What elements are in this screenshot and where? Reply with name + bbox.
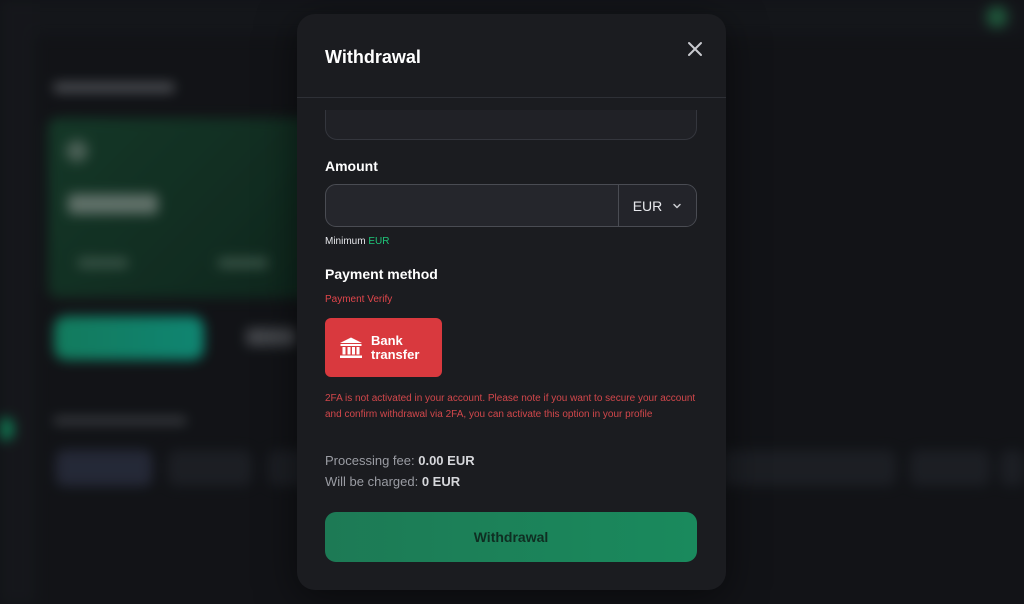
withdrawal-modal: Withdrawal Amount EUR Minimum EUR Paymen… <box>297 14 726 590</box>
minimum-label: Minimum <box>325 236 366 247</box>
processing-fee-label: Processing fee: <box>325 453 415 468</box>
bank-icon <box>340 337 362 358</box>
previous-field[interactable] <box>325 110 697 140</box>
currency-value: EUR <box>632 197 663 214</box>
minimum-amount: Minimum EUR <box>325 236 389 247</box>
twofa-warning: 2FA is not activated in your account. Pl… <box>325 393 696 420</box>
close-icon <box>688 42 702 56</box>
modal-header: Withdrawal <box>297 14 726 98</box>
bank-transfer-option[interactable]: Bank transfer <box>325 318 442 377</box>
will-be-charged: Will be charged: 0 EUR <box>325 474 460 489</box>
modal-title: Withdrawal <box>325 47 421 67</box>
currency-select[interactable]: EUR <box>618 185 696 226</box>
withdrawal-submit-button[interactable]: Withdrawal <box>325 512 697 562</box>
minimum-currency: EUR <box>368 236 390 247</box>
amount-label: Amount <box>325 158 378 174</box>
amount-input[interactable] <box>326 185 618 226</box>
bank-transfer-label: Bank transfer <box>371 332 420 362</box>
processing-fee-value: 0.00 EUR <box>418 453 475 468</box>
close-button[interactable] <box>686 40 704 58</box>
will-be-charged-value: 0 EUR <box>421 474 461 489</box>
chevron-down-icon <box>673 203 682 208</box>
amount-field-group: EUR <box>325 184 697 227</box>
processing-fee: Processing fee: 0.00 EUR <box>325 453 475 468</box>
will-be-charged-label: Will be charged: <box>325 474 419 489</box>
payment-method-label: Payment method <box>325 266 438 282</box>
payment-verify-text: Payment Verify <box>325 294 393 305</box>
